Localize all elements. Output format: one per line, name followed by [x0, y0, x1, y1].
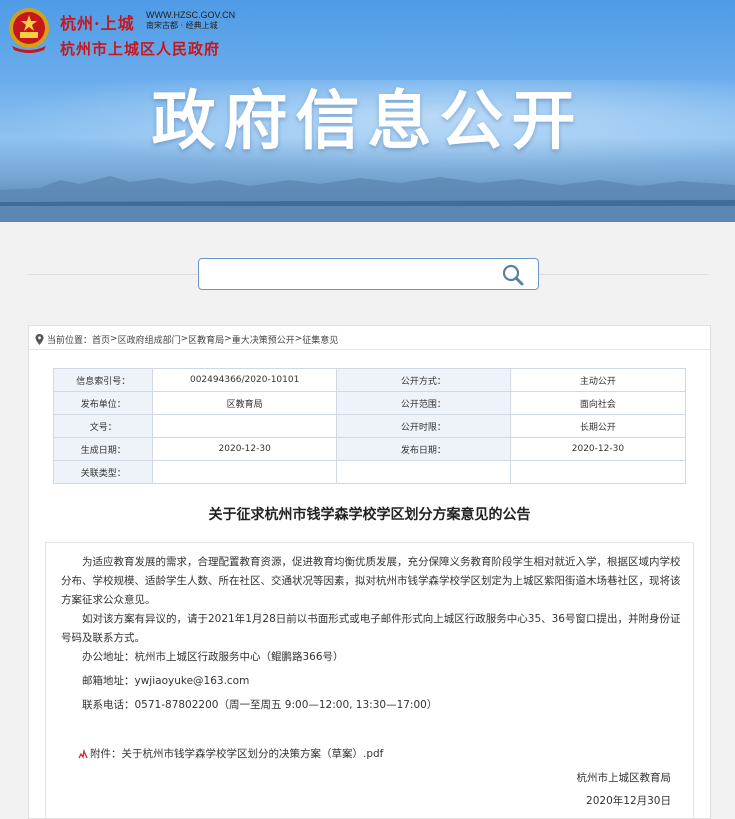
meta-value-publish-method: 主动公开	[509, 368, 687, 392]
paragraph-intro: 为适应教育发展的需求，合理配置教育资源，促进教育均衡优质发展，充分保障义务教育阶…	[61, 556, 681, 606]
signer: 杭州市上城区教育局	[576, 772, 672, 784]
search-input[interactable]	[205, 263, 495, 285]
location-pin-icon	[35, 333, 44, 345]
meta-value-index: 002494366/2020-10101	[152, 368, 337, 392]
paragraph-objection: 如对该方案有异议的，请于2021年1月28日前以书面形式或电子邮件形式向上城区行…	[61, 613, 681, 644]
breadcrumb-education-bureau[interactable]: 区教育局	[188, 333, 224, 346]
meta-value-period: 长期公开	[509, 414, 687, 438]
contact-address: 办公地址：杭州市上城区行政服务中心（鲲鹏路366号）	[82, 651, 344, 663]
info-meta-table: 信息索引号： 002494366/2020-10101 公开方式： 主动公开 发…	[52, 368, 687, 484]
document-title: 关于征求杭州市钱学森学校学区划分方案意见的公告	[208, 507, 531, 523]
table-row: 发布单位： 区教育局 公开范围： 面向社会	[52, 391, 687, 415]
meta-key-relation-type: 关联类型：	[52, 460, 154, 484]
meta-key-scope: 公开范围：	[335, 391, 511, 415]
meta-value-created-date: 2020-12-30	[152, 437, 337, 461]
meta-key-publish-method: 公开方式：	[335, 368, 511, 392]
meta-empty-cell	[509, 460, 687, 484]
search-bar	[198, 258, 539, 290]
breadcrumb-separator: >	[110, 334, 118, 344]
breadcrumb: 当前位置： 首页 > 区政府组成部门 > 区教育局 > 重大决策预公开 > 征集…	[35, 332, 338, 346]
meta-value-publish-date: 2020-12-30	[509, 437, 687, 461]
meta-key-publisher: 发布单位：	[52, 391, 154, 415]
breadcrumb-departments[interactable]: 区政府组成部门	[118, 333, 181, 346]
contact-email: 邮箱地址：ywjiaoyuke@163.com	[82, 675, 250, 687]
contact-phone: 联系电话：0571-87802200（周一至周五 9:00—12:00, 13:…	[82, 699, 438, 711]
meta-value-scope: 面向社会	[509, 391, 687, 415]
pdf-icon	[78, 748, 88, 759]
brand-name-short: 杭州·上城	[60, 14, 135, 33]
header-banner: 杭州·上城 WWW.HZSC.GOV.CN 南宋古都 · 经典上城 杭州市上城区…	[0, 0, 735, 222]
brand-slogan: 南宋古都 · 经典上城	[146, 21, 218, 30]
table-row: 文号： 公开时限： 长期公开	[52, 414, 687, 438]
content-panel: 当前位置： 首页 > 区政府组成部门 > 区教育局 > 重大决策预公开 > 征集…	[28, 325, 711, 819]
meta-key-publish-date: 发布日期：	[335, 437, 511, 461]
breadcrumb-current[interactable]: 征集意见	[302, 333, 338, 346]
brand-url: WWW.HZSC.GOV.CN	[146, 10, 236, 20]
table-row: 信息索引号： 002494366/2020-10101 公开方式： 主动公开	[52, 368, 687, 392]
breadcrumb-separator: >	[294, 334, 303, 344]
meta-empty-cell	[335, 460, 511, 484]
meta-key-created-date: 生成日期：	[52, 437, 154, 461]
attachment-label[interactable]: 附件：关于杭州市钱学森学校学区划分的决策方案（草案）.pdf	[90, 746, 383, 761]
table-row: 关联类型：	[52, 460, 687, 484]
table-row: 生成日期： 2020-12-30 发布日期： 2020-12-30	[52, 437, 687, 461]
search-icon[interactable]	[500, 263, 526, 287]
meta-value-publisher: 区教育局	[152, 391, 337, 415]
meta-value-doc-number	[152, 414, 337, 438]
breadcrumb-home[interactable]: 首页	[92, 333, 110, 346]
sign-date: 2020年12月30日	[586, 795, 671, 807]
meta-value-relation-type	[152, 460, 337, 484]
breadcrumb-prefix: 当前位置：	[47, 335, 93, 346]
breadcrumb-separator: >	[224, 334, 232, 344]
meta-key-doc-number: 文号：	[52, 414, 154, 438]
divider	[29, 349, 710, 350]
national-emblem-logo	[9, 8, 49, 53]
breadcrumb-major-decisions[interactable]: 重大决策预公开	[232, 333, 295, 346]
brand-name-full: 杭州市上城区人民政府	[60, 40, 221, 58]
breadcrumb-separator: >	[180, 334, 189, 344]
meta-key-index: 信息索引号：	[52, 368, 154, 392]
meta-key-period: 公开时限：	[335, 414, 511, 438]
banner-title: 政府信息公开	[151, 85, 584, 159]
document-body: 为适应教育发展的需求，合理配置教育资源，促进教育均衡优质发展，充分保障义务教育阶…	[45, 542, 694, 819]
attachment-link[interactable]: 附件：关于杭州市钱学森学校学区划分的决策方案（草案）.pdf	[78, 746, 383, 761]
